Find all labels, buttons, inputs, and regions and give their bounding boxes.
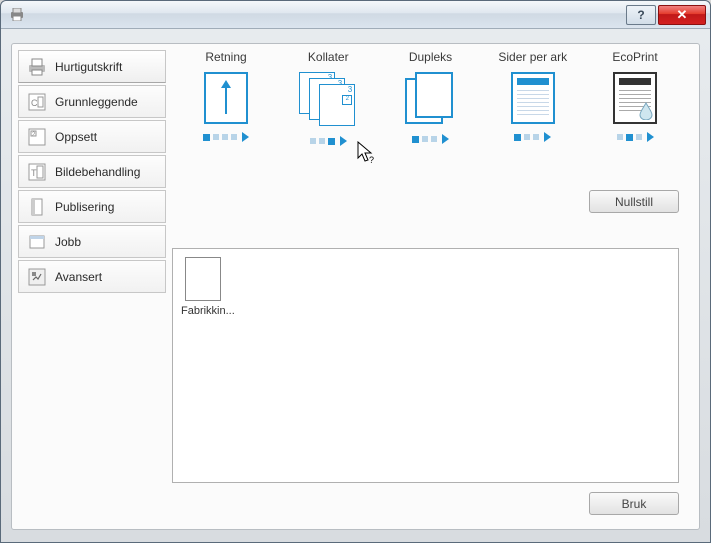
profile-name: Fabrikkin... bbox=[181, 305, 225, 317]
profiles-box: Fabrikkin... bbox=[172, 248, 679, 483]
sidebar-item-hurtigutskrift[interactable]: Hurtigutskrift bbox=[18, 50, 166, 83]
sidebar-item-grunnleggende[interactable]: C Grunnleggende bbox=[18, 85, 166, 118]
publish-icon bbox=[27, 197, 47, 217]
option-pager bbox=[483, 132, 583, 142]
profile-thumb-icon bbox=[185, 257, 221, 301]
option-kollater[interactable]: Kollater 32 32 32 bbox=[278, 50, 378, 146]
option-sider-per-ark[interactable]: Sider per ark bbox=[483, 50, 583, 146]
sidebar-item-label: Avansert bbox=[55, 270, 102, 284]
sidebar-item-label: Bildebehandling bbox=[55, 165, 140, 179]
job-icon bbox=[27, 232, 47, 252]
option-label: Dupleks bbox=[381, 50, 481, 64]
sidebar: Hurtigutskrift C Grunnleggende 2 Oppsett… bbox=[18, 50, 166, 293]
sidebar-item-jobb[interactable]: Jobb bbox=[18, 225, 166, 258]
svg-text:T: T bbox=[31, 168, 37, 178]
sidebar-item-label: Jobb bbox=[55, 235, 81, 249]
option-label: Sider per ark bbox=[483, 50, 583, 64]
option-dupleks[interactable]: Dupleks bbox=[381, 50, 481, 146]
sidebar-item-label: Grunnleggende bbox=[55, 95, 138, 109]
sidebar-item-label: Hurtigutskrift bbox=[55, 60, 122, 74]
sidebar-item-label: Publisering bbox=[55, 200, 114, 214]
dialog-window: ? ✕ Hurtigutskrift C Grunnleggende 2 bbox=[0, 0, 711, 543]
collate-icon: 32 32 32 bbox=[299, 72, 357, 128]
apply-button[interactable]: Bruk bbox=[589, 492, 679, 515]
option-ecoprint[interactable]: EcoPrint bbox=[585, 50, 685, 146]
option-label: Retning bbox=[176, 50, 276, 64]
option-pager bbox=[381, 134, 481, 144]
pages-per-sheet-icon bbox=[511, 72, 555, 124]
quickprint-icon bbox=[27, 57, 47, 77]
option-retning[interactable]: Retning bbox=[176, 50, 276, 146]
ecoprint-icon bbox=[613, 72, 657, 124]
help-button[interactable]: ? bbox=[626, 5, 656, 25]
option-pager bbox=[278, 136, 378, 146]
options-row: Retning Kollater 32 32 32 bbox=[172, 50, 689, 146]
imaging-icon: T bbox=[27, 162, 47, 182]
svg-text:C: C bbox=[31, 98, 38, 108]
option-label: EcoPrint bbox=[585, 50, 685, 64]
sidebar-item-bildebehandling[interactable]: T Bildebehandling bbox=[18, 155, 166, 188]
sidebar-item-avansert[interactable]: Avansert bbox=[18, 260, 166, 293]
option-pager bbox=[585, 132, 685, 142]
sidebar-item-oppsett[interactable]: 2 Oppsett bbox=[18, 120, 166, 153]
droplet-icon bbox=[639, 102, 653, 120]
quickprint-panel: Retning Kollater 32 32 32 bbox=[172, 50, 689, 519]
close-button[interactable]: ✕ bbox=[658, 5, 706, 25]
sidebar-item-label: Oppsett bbox=[55, 130, 97, 144]
option-label: Kollater bbox=[278, 50, 378, 64]
advanced-icon bbox=[27, 267, 47, 287]
duplex-icon bbox=[405, 72, 457, 126]
basic-icon: C bbox=[27, 92, 47, 112]
sidebar-item-publisering[interactable]: Publisering bbox=[18, 190, 166, 223]
profile-item[interactable]: Fabrikkin... bbox=[181, 257, 225, 317]
layout-icon: 2 bbox=[27, 127, 47, 147]
titlebar: ? ✕ bbox=[1, 1, 710, 29]
printer-icon bbox=[9, 8, 25, 21]
orientation-icon bbox=[204, 72, 248, 124]
reset-button[interactable]: Nullstill bbox=[589, 190, 679, 213]
option-pager bbox=[176, 132, 276, 142]
content-panel: Hurtigutskrift C Grunnleggende 2 Oppsett… bbox=[11, 43, 700, 530]
